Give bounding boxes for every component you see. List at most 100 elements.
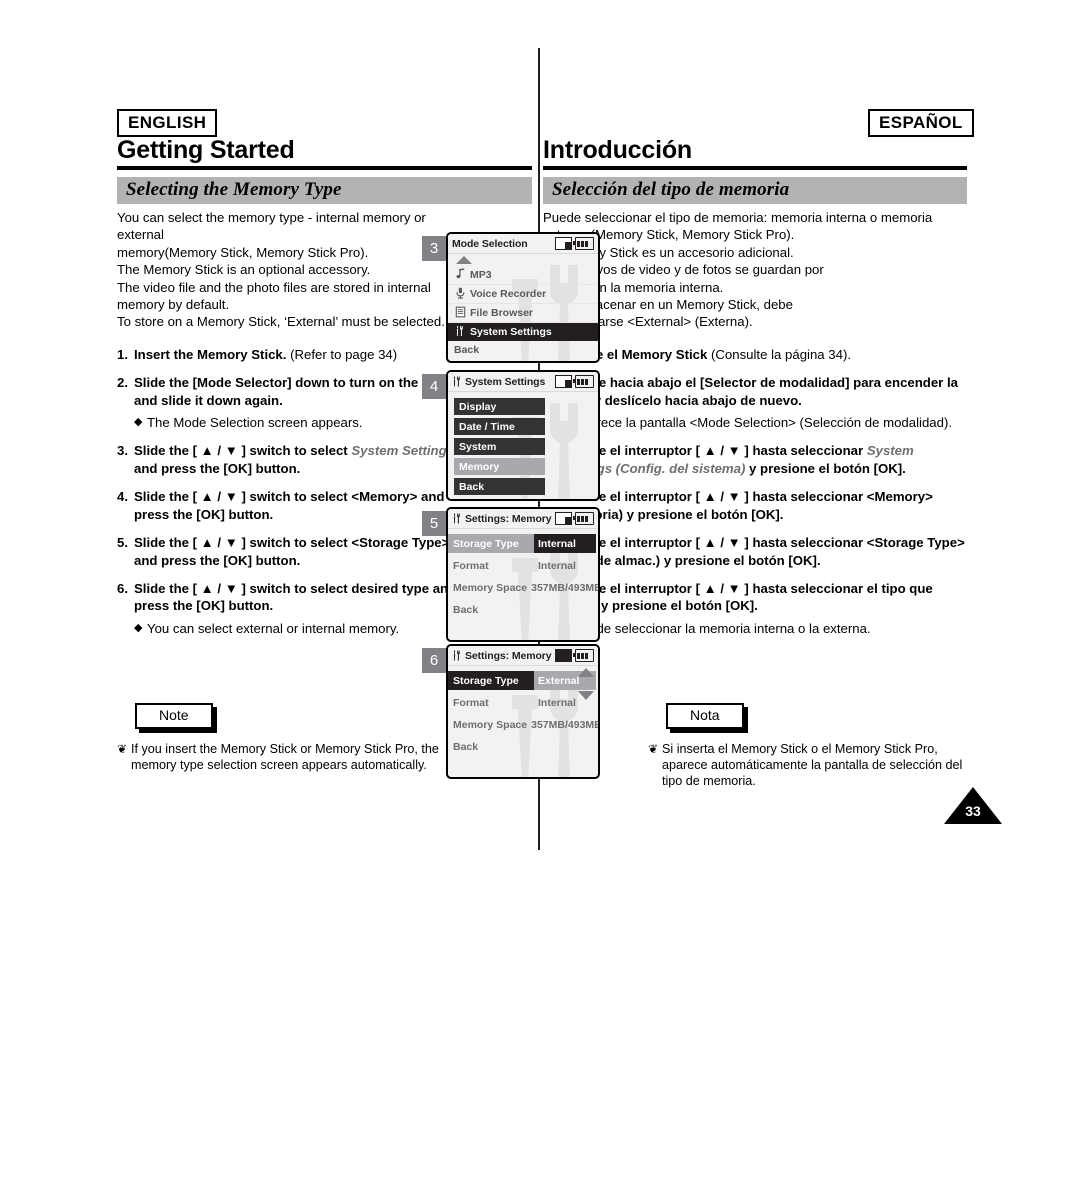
step-text-bold: Slide the [Mode Selector] down to turn o… bbox=[134, 375, 452, 408]
music-note-icon bbox=[454, 267, 467, 283]
step-item: 3.Deslice el interruptor [ ▲ / ▼ ] hasta… bbox=[543, 442, 967, 477]
memory-setting-row[interactable]: Format Internal bbox=[448, 693, 598, 712]
step-text: Slide the [ ▲ / ▼ ] switch to select <St… bbox=[134, 534, 457, 569]
step-item: 6. Slide the [ ▲ / ▼ ] switch to select d… bbox=[117, 580, 457, 637]
step-text-bold: Insert the Memory Stick. bbox=[134, 346, 287, 362]
settings-button-display[interactable]: Display bbox=[454, 398, 545, 415]
lcd-screenshot: 5 Settings: Memory Storage Type Internal For… bbox=[422, 507, 600, 642]
memory-setting-row[interactable]: Storage Type External bbox=[448, 671, 598, 690]
file-browser-icon bbox=[454, 306, 467, 321]
tools-icon bbox=[452, 650, 463, 661]
step-badge: 6 bbox=[422, 648, 446, 673]
settings-button-system[interactable]: System bbox=[454, 438, 545, 455]
settings-button-label: System bbox=[459, 440, 497, 453]
clover-bullet-icon: ❦ bbox=[117, 742, 128, 756]
steps-list-english: 1. Insert the Memory Stick. (Refer to pag… bbox=[117, 346, 457, 637]
note-box-spanish: Nota ❦ Si inserta el Memory Stick o el Me… bbox=[648, 703, 978, 790]
memory-setting-row[interactable]: Storage Type Internal bbox=[448, 534, 598, 553]
step-body: Slide the [ ▲ / ▼ ] switch to select des… bbox=[134, 580, 457, 637]
step-text: Slide the [Mode Selector] down to turn o… bbox=[134, 374, 457, 409]
step-badge: 5 bbox=[422, 511, 446, 536]
lcd-title-bar: Mode Selection bbox=[448, 234, 598, 254]
step-bullet-text: Aparece la pantalla <Mode Selection> (Se… bbox=[573, 415, 953, 431]
note-text: Si inserta el Memory Stick o el Memory S… bbox=[662, 742, 963, 789]
memory-setting-key: Back bbox=[453, 740, 479, 753]
menu-item-file-browser[interactable]: File Browser bbox=[448, 304, 598, 323]
step-body: Deslice el interruptor [ ▲ / ▼ ] hasta s… bbox=[560, 534, 967, 569]
settings-button-memory[interactable]: Memory bbox=[454, 458, 545, 475]
step-number: 1. bbox=[117, 346, 128, 362]
battery-icon bbox=[573, 512, 594, 525]
menu-item-voice-recorder[interactable]: Voice Recorder bbox=[448, 285, 598, 304]
lcd-title-bar: Settings: Memory bbox=[448, 646, 598, 666]
microphone-icon-svg bbox=[456, 287, 465, 299]
diamond-bullet-icon: ◆ bbox=[134, 416, 143, 429]
memory-setting-key: Storage Type bbox=[448, 671, 534, 690]
lcd-title: Settings: Memory bbox=[465, 649, 552, 662]
steps-list-spanish: 1.Inserte el Memory Stick (Consulte la p… bbox=[543, 346, 967, 637]
value-scroll-arrows[interactable] bbox=[578, 668, 594, 714]
memory-setting-row[interactable]: Format Internal bbox=[448, 556, 598, 575]
memory-setting-key: Format bbox=[453, 559, 489, 572]
memory-settings-list: Storage Type Internal Format Internal Memory… bbox=[448, 529, 598, 619]
step-bullet: ◆ You can select external or internal mem… bbox=[134, 620, 457, 637]
memory-setting-key: Storage Type bbox=[448, 534, 534, 553]
memory-card-icon bbox=[555, 375, 572, 388]
tools-icon bbox=[452, 513, 463, 524]
lcd-title: Mode Selection bbox=[452, 237, 528, 250]
step-text: Deslice el interruptor [ ▲ / ▼ ] hasta s… bbox=[560, 488, 967, 523]
step-text: Deslice el interruptor [ ▲ / ▼ ] hasta s… bbox=[560, 442, 967, 477]
menu-item-label: MP3 bbox=[470, 269, 492, 281]
step-item: 4.Deslice el interruptor [ ▲ / ▼ ] hasta… bbox=[543, 488, 967, 523]
page-number-badge: 33 bbox=[944, 787, 1002, 824]
memory-setting-row[interactable]: Back bbox=[448, 600, 598, 619]
menu-item-label: File Browser bbox=[470, 307, 534, 319]
section-header-english: Selecting the Memory Type bbox=[117, 177, 532, 204]
step-text-bold: Slide the [ ▲ / ▼ ] switch to select <St… bbox=[134, 535, 450, 568]
memory-setting-row[interactable]: Memory Space 357MB/493MB bbox=[448, 715, 598, 734]
step-text-bold: Deslice el interruptor [ ▲ / ▼ ] hasta s… bbox=[560, 443, 867, 459]
settings-button-back[interactable]: Back bbox=[454, 478, 545, 495]
section-title-english: Selecting the Memory Type bbox=[126, 179, 342, 200]
step-text-bold: Deslice hacia abajo el [Selector de moda… bbox=[560, 375, 958, 408]
tools-icon-svg bbox=[453, 513, 460, 524]
step-text-bold: Deslice el interruptor [ ▲ / ▼ ] hasta s… bbox=[560, 535, 965, 568]
settings-button-date-time[interactable]: Date / Time bbox=[454, 418, 545, 435]
lcd-title-bar: System Settings bbox=[448, 372, 598, 392]
lcd-screen: Settings: Memory Storage Type External Form… bbox=[446, 644, 600, 779]
note-label-spanish: Nota bbox=[666, 703, 744, 729]
scroll-up-arrow-icon[interactable] bbox=[448, 254, 598, 266]
title-rule-english bbox=[117, 166, 532, 170]
step-badge: 3 bbox=[422, 236, 446, 261]
microphone-icon bbox=[454, 287, 467, 302]
scroll-down-arrow-icon[interactable] bbox=[578, 691, 594, 700]
memory-setting-value: Internal bbox=[538, 696, 576, 709]
step-number: 5. bbox=[117, 535, 128, 551]
clover-bullet-icon: ❦ bbox=[648, 742, 659, 756]
memory-setting-row[interactable]: Memory Space 357MB/493MB bbox=[448, 578, 598, 597]
lcd-body: MP3 Voice Recorder File Browser System Sett… bbox=[448, 254, 598, 361]
step-body: Deslice el interruptor [ ▲ / ▼ ] hasta s… bbox=[560, 488, 967, 523]
tools-icon-svg bbox=[453, 650, 460, 661]
step-text: Slide the [ ▲ / ▼ ] switch to select des… bbox=[134, 580, 457, 615]
language-tag-english: ENGLISH bbox=[117, 109, 218, 137]
memory-setting-value: Internal bbox=[538, 559, 576, 572]
step-badge: 4 bbox=[422, 374, 446, 399]
scroll-up-arrow-icon[interactable] bbox=[578, 668, 594, 677]
menu-item-back[interactable]: Back bbox=[448, 341, 598, 359]
memory-card-icon bbox=[555, 237, 572, 250]
menu-item-mp3[interactable]: MP3 bbox=[448, 266, 598, 285]
note-label-english: Note bbox=[135, 703, 213, 729]
memory-setting-row[interactable]: Back bbox=[448, 737, 598, 756]
step-text-regular: (Consulte la página 34). bbox=[707, 346, 852, 362]
note-items-english: ❦ If you insert the Memory Stick or Memor… bbox=[117, 741, 457, 773]
step-text: Deslice el interruptor [ ▲ / ▼ ] hasta s… bbox=[560, 534, 967, 569]
lcd-title-bar: Settings: Memory bbox=[448, 509, 598, 529]
memory-setting-value: 357MB/493MB bbox=[531, 581, 600, 594]
step-text: Slide the [ ▲ / ▼ ] switch to select Sys… bbox=[134, 442, 457, 477]
step-text: Insert the Memory Stick. (Refer to page … bbox=[134, 346, 457, 363]
menu-item-system-settings[interactable]: System Settings bbox=[448, 323, 598, 341]
note-items-spanish: ❦ Si inserta el Memory Stick o el Memory … bbox=[648, 741, 978, 790]
step-text: Deslice el interruptor [ ▲ / ▼ ] hasta s… bbox=[560, 580, 967, 615]
memory-setting-value: Internal bbox=[534, 534, 596, 553]
